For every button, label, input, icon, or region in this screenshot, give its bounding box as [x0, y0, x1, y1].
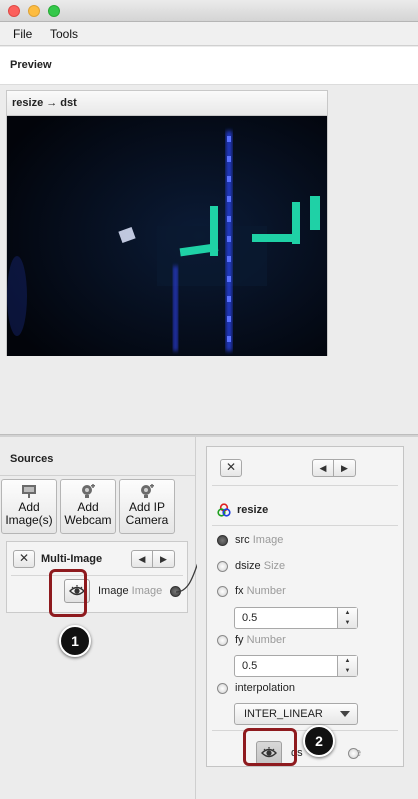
src-socket[interactable]: [217, 535, 228, 546]
highlight-box-2: [243, 728, 297, 766]
op-divider-mid: [212, 525, 398, 526]
right-arrow-icon: ▶: [341, 463, 348, 473]
dst-output-socket[interactable]: [348, 748, 359, 759]
minimize-window-button[interactable]: [28, 5, 40, 17]
dsize-socket[interactable]: [217, 561, 228, 572]
menu-file[interactable]: File: [13, 27, 32, 41]
ip-camera-icon: [141, 484, 154, 498]
preview-image-graphic: [7, 116, 327, 356]
interpolation-socket[interactable]: [217, 683, 228, 694]
close-icon: ✕: [225, 460, 237, 474]
output-socket-label: Image Image: [98, 585, 162, 597]
operations-panel: ✕ ◀ ▶ resize src Image dsize Size fx Num…: [197, 437, 418, 799]
fx-label: fx Number: [235, 585, 286, 597]
fy-label: fy Number: [235, 634, 286, 646]
move-right-button[interactable]: ▶: [334, 459, 356, 477]
fx-name: fx: [235, 585, 244, 597]
sources-title: Sources: [10, 453, 54, 465]
op-divider-top: [212, 485, 398, 486]
window-titlebar: [0, 0, 418, 22]
fy-value: 0.5: [242, 660, 258, 672]
preview-card-title: resize → dst: [7, 91, 327, 116]
fy-spinner[interactable]: 0.5 ▲ ▼: [234, 655, 358, 677]
add-images-button[interactable]: Add Image(s): [1, 479, 57, 534]
move-left-button[interactable]: ◀: [312, 459, 334, 477]
preview-image: [7, 116, 327, 356]
menu-tools[interactable]: Tools: [50, 27, 78, 41]
multi-image-title: Multi-Image: [41, 553, 103, 565]
sources-separator: [0, 475, 196, 476]
src-name: src: [235, 534, 250, 546]
close-icon: ✕: [18, 551, 30, 565]
fx-spinner[interactable]: 0.5 ▲ ▼: [234, 607, 358, 629]
add-webcam-button[interactable]: Add Webcam: [60, 479, 116, 534]
preview-header: Preview: [0, 47, 418, 85]
interpolation-select[interactable]: INTER_LINEAR: [234, 703, 358, 725]
preview-area: resize → dst: [0, 85, 418, 434]
remove-source-button[interactable]: ✕: [13, 550, 35, 568]
card-divider: [11, 575, 183, 576]
left-arrow-icon: ◀: [138, 554, 146, 564]
fx-stepper[interactable]: ▲ ▼: [337, 608, 357, 628]
add-webcam-line2: Webcam: [64, 513, 112, 527]
operation-name: resize: [237, 504, 269, 516]
dsize-type: Size: [263, 560, 286, 572]
fx-type: Number: [246, 585, 286, 597]
right-arrow-icon: ▶: [160, 554, 167, 564]
chevron-down-icon: [340, 711, 350, 717]
resize-icon: [217, 503, 231, 517]
src-label: src Image: [235, 534, 283, 546]
multi-image-source-card: ✕ Multi-Image ◀ ▶ Image Image: [6, 541, 188, 613]
preview-title: Preview: [10, 59, 52, 71]
previous-image-button[interactable]: ◀: [131, 550, 153, 568]
preview-card: resize → dst: [6, 90, 328, 356]
dsize-label: dsize Size: [235, 560, 285, 572]
fy-name: fy: [235, 634, 244, 646]
highlight-box-1: [49, 569, 87, 617]
output-type: Image: [131, 585, 163, 597]
fy-type: Number: [246, 634, 286, 646]
fx-value: 0.5: [242, 612, 258, 624]
src-type: Image: [252, 534, 284, 546]
dsize-name: dsize: [235, 560, 261, 572]
add-ip-camera-button[interactable]: Add IP Camera: [119, 479, 175, 534]
output-name: Image: [98, 585, 129, 597]
add-images-line2: Image(s): [5, 513, 53, 527]
image-icon: [22, 485, 36, 498]
remove-operation-button[interactable]: ✕: [220, 459, 242, 477]
interpolation-value: INTER_LINEAR: [244, 708, 323, 720]
zoom-window-button[interactable]: [48, 5, 60, 17]
left-arrow-icon: ◀: [319, 463, 327, 473]
webcam-icon: [82, 484, 95, 498]
callout-badge-2: 2: [303, 725, 335, 757]
menu-bar: File Tools: [0, 22, 418, 46]
resize-operation-card: ✕ ◀ ▶ resize src Image dsize Size fx Num…: [206, 446, 404, 767]
close-window-button[interactable]: [8, 5, 20, 17]
interpolation-label: interpolation: [235, 682, 295, 694]
fx-socket[interactable]: [217, 586, 228, 597]
sources-panel: Sources Add Image(s) Add Webcam Add IP C…: [0, 437, 196, 799]
add-ip-camera-line2: Camera: [125, 513, 169, 527]
callout-badge-1: 1: [59, 625, 91, 657]
fy-stepper[interactable]: ▲ ▼: [337, 656, 357, 676]
fy-socket[interactable]: [217, 635, 228, 646]
